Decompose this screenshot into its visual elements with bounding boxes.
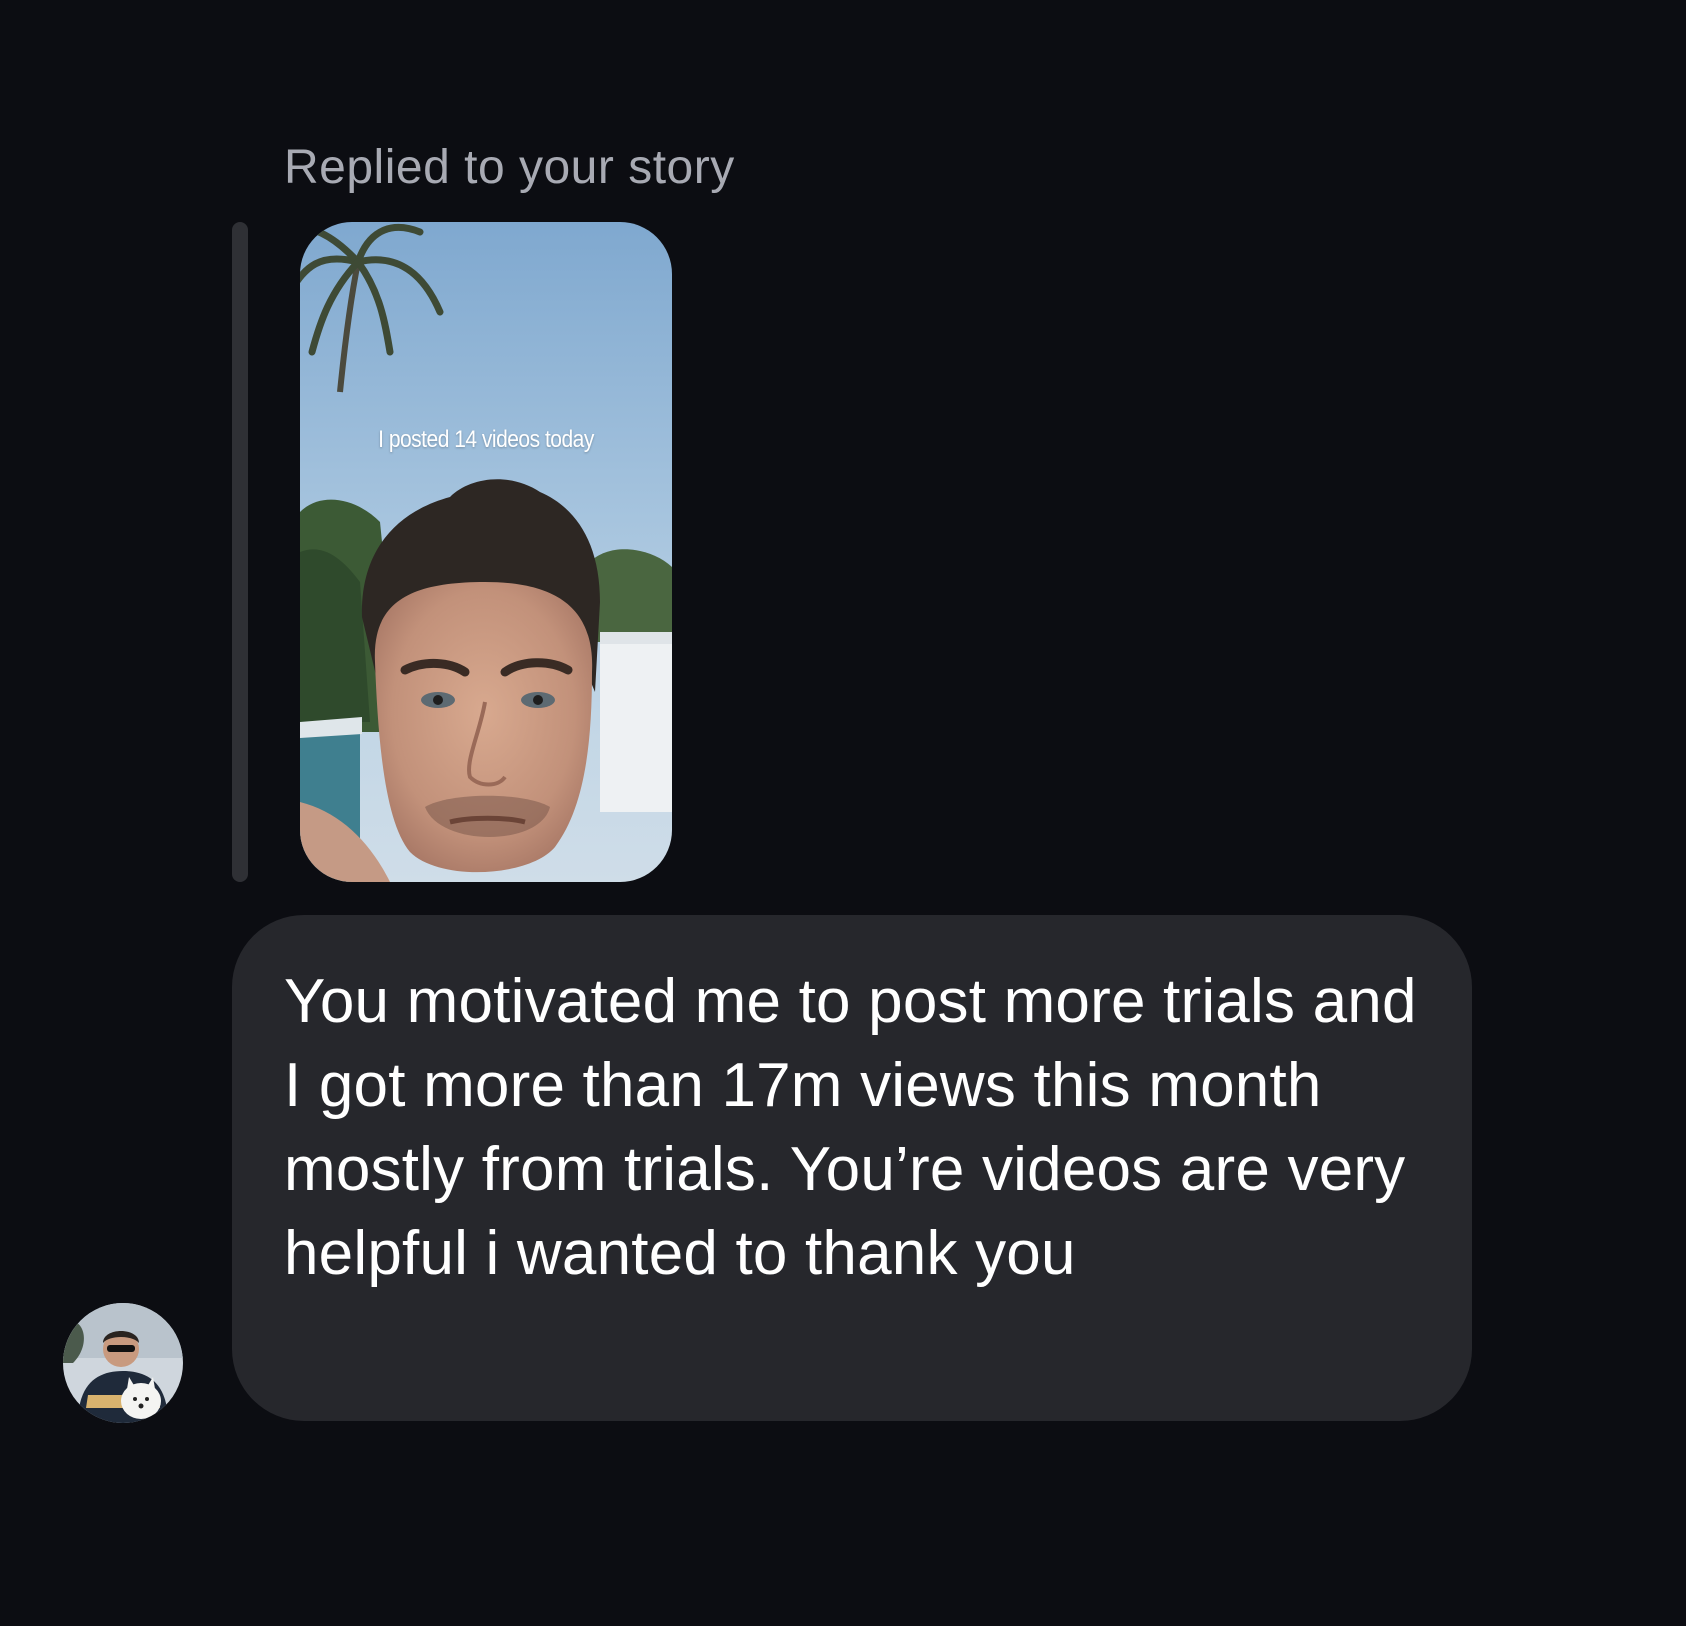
- reply-context-label: Replied to your story: [284, 141, 735, 194]
- story-photo: [300, 222, 672, 882]
- reply-quote-bar: [232, 222, 248, 882]
- profile-photo: [63, 1303, 183, 1423]
- message-text: You motivated me to post more trials and…: [284, 967, 1417, 1288]
- message-bubble[interactable]: You motivated me to post more trials and…: [232, 915, 1472, 1421]
- dm-thread: Replied to your story I posted 14 videos…: [0, 0, 1686, 1626]
- sender-avatar[interactable]: [63, 1303, 183, 1423]
- story-thumbnail[interactable]: I posted 14 videos today: [300, 222, 672, 882]
- story-caption: I posted 14 videos today: [378, 426, 594, 453]
